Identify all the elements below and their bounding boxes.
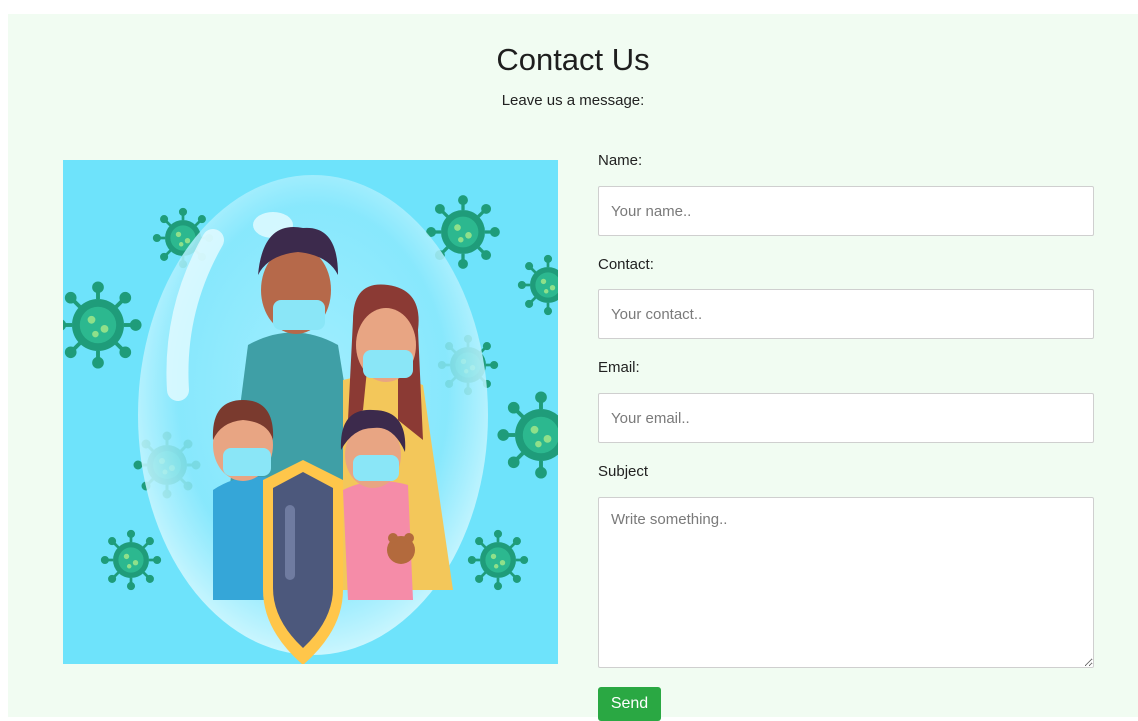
subject-label: Subject (598, 463, 649, 480)
family-masks-shield-illustration (63, 160, 558, 664)
contact-form: Name: Contact: Email: Subject Send (598, 14, 1094, 721)
email-label: Email: (598, 359, 640, 376)
subject-textarea[interactable] (598, 497, 1094, 668)
name-label: Name: (598, 152, 643, 169)
contact-label: Contact: (598, 256, 654, 273)
email-input[interactable] (598, 393, 1094, 443)
contact-input[interactable] (598, 289, 1094, 339)
contact-page: Contact Us Leave us a message: Name: You… (8, 14, 1138, 721)
send-button[interactable]: Send (598, 687, 661, 721)
name-input[interactable] (598, 186, 1094, 236)
